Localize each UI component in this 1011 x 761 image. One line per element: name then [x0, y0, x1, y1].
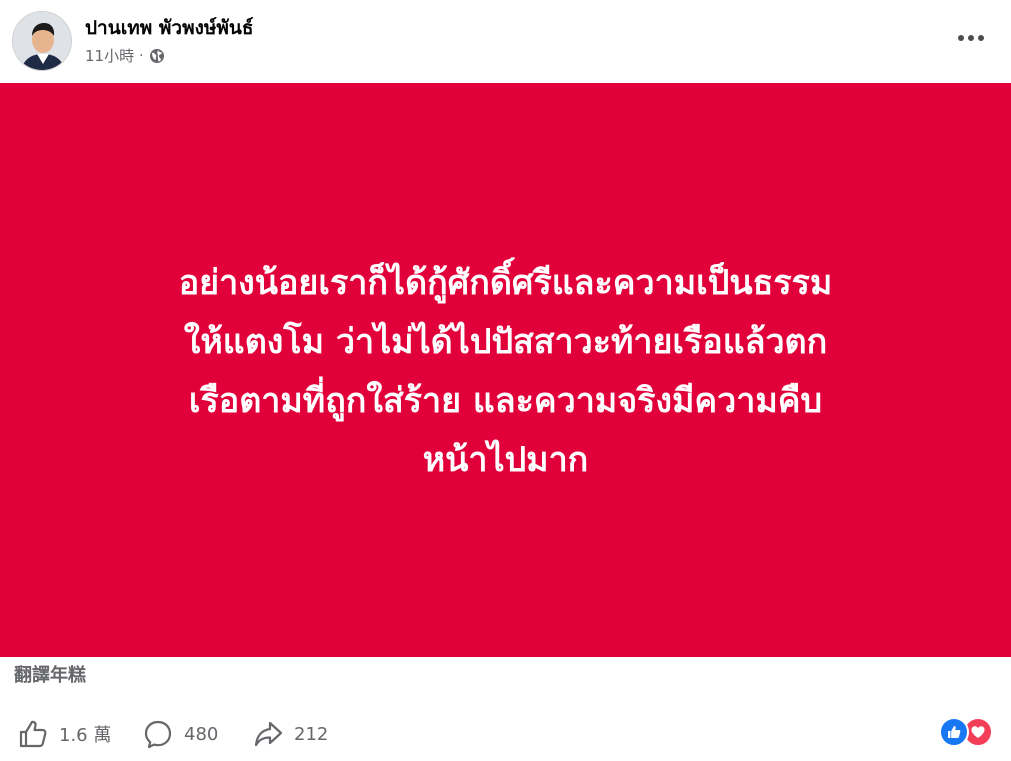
- banner-line: ให้แตงโม ว่าไม่ได้ไปปัสสาวะท้ายเรือแล้วต…: [183, 322, 828, 362]
- like-count: 1.6 萬: [59, 725, 112, 746]
- thumbs-up-icon: [19, 720, 47, 748]
- share-count: 212: [294, 723, 329, 745]
- comment-icon: [144, 720, 172, 749]
- action-bar: 1.6 萬 480 212: [0, 712, 1011, 756]
- globe-icon[interactable]: [149, 48, 165, 64]
- post-time[interactable]: 11小時: [85, 45, 134, 66]
- translate-link[interactable]: 翻譯年糕: [14, 661, 86, 687]
- like-button[interactable]: 1.6 萬: [17, 718, 111, 750]
- reactions-summary[interactable]: [939, 717, 995, 747]
- meta-separator: ·: [139, 47, 144, 64]
- more-options-icon[interactable]: [955, 26, 987, 50]
- author-name[interactable]: ปานเทพ พัวพงษ์พันธ์: [85, 13, 254, 43]
- share-arrow-icon: [254, 721, 283, 747]
- post-header: ปานเทพ พัวพงษ์พันธ์ 11小時 ·: [0, 0, 1011, 83]
- post-meta: 11小時 ·: [85, 45, 165, 66]
- author-avatar[interactable]: [12, 11, 72, 71]
- like-reaction-icon: [939, 717, 969, 747]
- banner-line: เรือตามที่ถูกใส่ร้าย และความจริงมีความคื…: [188, 381, 823, 421]
- banner-line: หน้าไปมาก: [422, 440, 589, 480]
- banner-line: อย่างน้อยเราก็ได้กู้ศักดิ์ศรีและความเป็น…: [178, 263, 833, 303]
- share-button[interactable]: 212: [252, 718, 328, 750]
- comment-button[interactable]: 480: [142, 718, 218, 750]
- comment-count: 480: [184, 723, 219, 745]
- banner-text: อย่างน้อยเราก็ได้กู้ศักดิ์ศรีและความเป็น…: [46, 254, 966, 490]
- text-banner: อย่างน้อยเราก็ได้กู้ศักดิ์ศรีและความเป็น…: [0, 83, 1011, 657]
